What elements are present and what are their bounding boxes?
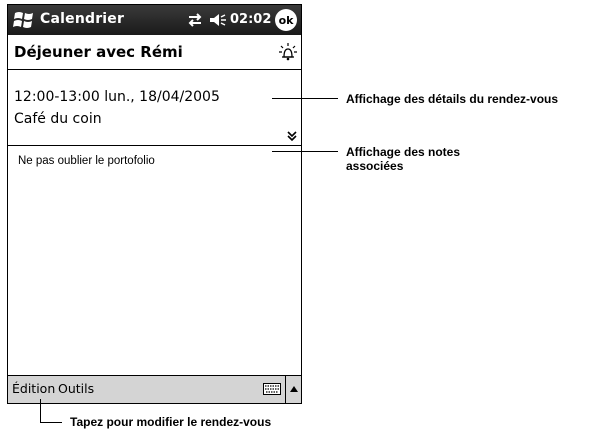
callout-notes-line2: associées — [346, 159, 404, 173]
input-panel-toggle[interactable] — [285, 376, 301, 403]
appointment-subject[interactable]: Déjeuner avec Rémi — [14, 43, 183, 61]
divider — [8, 145, 301, 146]
callout-edit: Tapez pour modifier le rendez-vous — [70, 415, 272, 429]
menu-bar: Édition Outils — [8, 375, 301, 403]
triangle-up-icon — [290, 386, 298, 392]
callout-line-edit-h — [40, 422, 62, 423]
callout-line-notes — [272, 151, 338, 152]
app-title: Calendrier — [40, 11, 125, 27]
clock[interactable]: 02:02 — [230, 12, 271, 27]
appointment-notes[interactable]: Ne pas oublier le portofolio — [18, 155, 155, 167]
pocketpc-screen: Calendrier 02:02 ok Déjeuner avec Rémi 1… — [7, 4, 302, 404]
windows-start-icon[interactable] — [12, 9, 36, 31]
callout-line-details — [272, 98, 338, 99]
menu-edit[interactable]: Édition — [12, 381, 55, 396]
title-bar: Calendrier 02:02 ok — [8, 5, 301, 35]
reminder-bell-icon — [279, 43, 297, 61]
divider — [8, 69, 301, 70]
appointment-location[interactable]: Café du coin — [14, 111, 102, 127]
callout-line-edit — [40, 399, 41, 422]
keyboard-icon[interactable] — [263, 383, 281, 395]
connectivity-icon[interactable] — [186, 12, 204, 28]
speaker-icon[interactable] — [208, 12, 228, 28]
callout-details: Affichage des détails du rendez-vous — [346, 92, 559, 106]
chevron-double-down-icon[interactable] — [286, 130, 298, 142]
callout-notes-line1: Affichage des notes — [346, 145, 461, 159]
callout-notes: Affichage des notes associées — [346, 145, 460, 173]
menu-tools[interactable]: Outils — [58, 381, 94, 396]
appointment-time[interactable]: 12:00-13:00 lun., 18/04/2005 — [14, 89, 220, 105]
ok-button[interactable]: ok — [275, 9, 297, 31]
